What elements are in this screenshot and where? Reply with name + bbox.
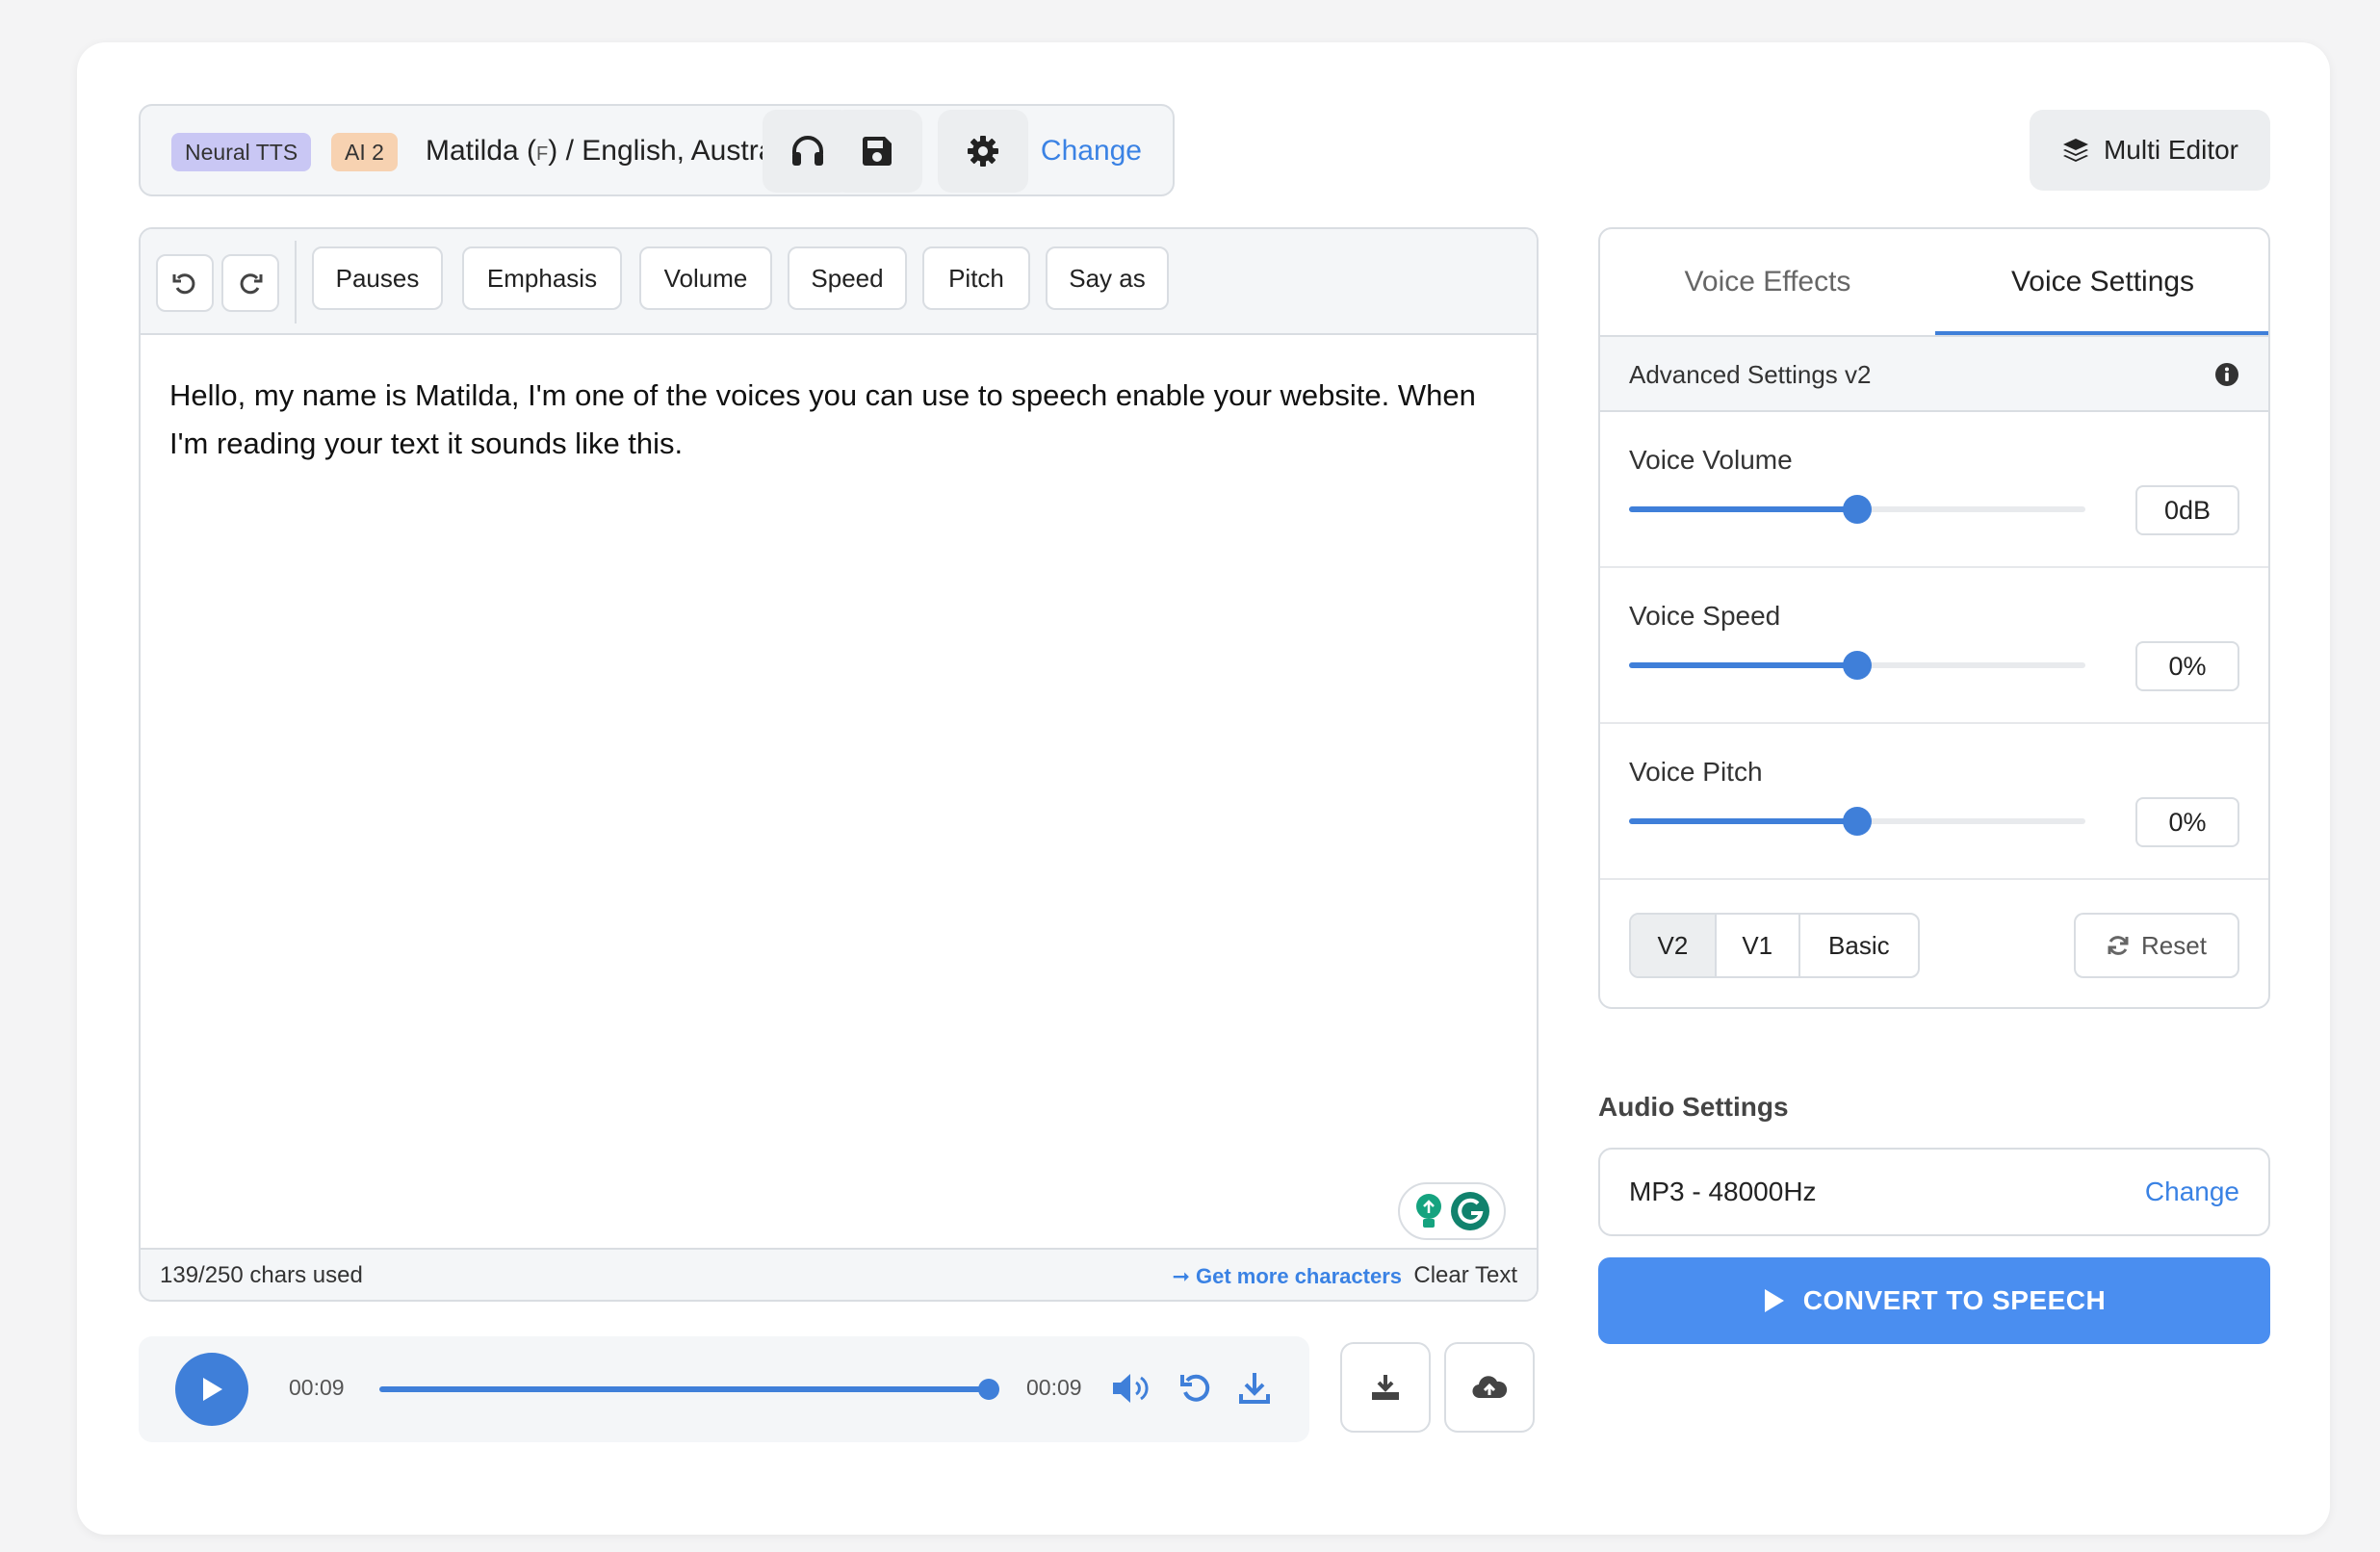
voice-volume-slider[interactable] [1629, 495, 2085, 524]
reset-button[interactable]: Reset [2074, 913, 2239, 978]
current-time: 00:09 [289, 1375, 345, 1400]
neural-tts-badge: Neural TTS [171, 133, 312, 171]
voice-pitch-slider[interactable] [1629, 807, 2085, 836]
chars-used-counter: 139/250 chars used [160, 1262, 363, 1288]
progress-handle[interactable] [978, 1379, 999, 1400]
redo-button[interactable] [221, 254, 279, 312]
slider-fill [1629, 506, 1857, 512]
editor-toolbar: Pauses Emphasis Volume Speed Pitch Say a… [141, 229, 1537, 335]
version-v1-option[interactable]: V1 [1717, 915, 1800, 976]
audio-format-value: MP3 - 48000Hz [1629, 1177, 1817, 1206]
slider-handle[interactable] [1843, 651, 1872, 680]
ai-version-badge: AI 2 [331, 133, 398, 171]
layers-icon [2062, 139, 2088, 162]
say-as-button[interactable]: Say as [1046, 246, 1169, 310]
pauses-button[interactable]: Pauses [312, 246, 443, 310]
play-button[interactable] [175, 1353, 248, 1426]
info-icon[interactable] [2214, 362, 2239, 387]
gender-mark: F [536, 143, 549, 165]
toolbar-divider [295, 241, 297, 323]
voice-speed-label: Voice Speed [1629, 601, 1781, 631]
voice-volume-setting: Voice Volume 0dB [1600, 412, 2268, 568]
audio-player: 00:09 00:09 [139, 1336, 1309, 1442]
voice-volume-value[interactable]: 0dB [2135, 485, 2239, 535]
voice-settings-panel: Voice Effects Voice Settings Advanced Se… [1598, 227, 2270, 1009]
editor-footer: 139/250 chars used ➞ Get more characters… [141, 1248, 1537, 1300]
audio-settings-heading: Audio Settings [1598, 1092, 1789, 1122]
multi-editor-button[interactable]: Multi Editor [2030, 110, 2270, 191]
slider-fill [1629, 818, 1857, 824]
progress-track[interactable] [379, 1386, 990, 1392]
replay-icon[interactable] [1178, 1371, 1213, 1406]
volume-icon[interactable] [1111, 1371, 1151, 1406]
total-time: 00:09 [1026, 1375, 1082, 1400]
download-tray-icon [1372, 1375, 1399, 1400]
save-button[interactable] [832, 110, 922, 193]
volume-button[interactable]: Volume [639, 246, 772, 310]
grammarly-icon [1451, 1192, 1489, 1230]
download-audio-button[interactable] [1340, 1342, 1431, 1433]
settings-button[interactable] [938, 110, 1028, 193]
undo-icon [172, 273, 195, 295]
pitch-button[interactable]: Pitch [922, 246, 1030, 310]
voice-pitch-setting: Voice Pitch 0% [1600, 724, 2268, 880]
convert-to-speech-button[interactable]: CONVERT TO SPEECH [1598, 1257, 2270, 1344]
main-card: Neural TTS AI 2 Matilda (F) / English, A… [77, 42, 2330, 1535]
text-editor: Pauses Emphasis Volume Speed Pitch Say a… [139, 227, 1539, 1302]
voice-speed-value[interactable]: 0% [2135, 641, 2239, 691]
version-v2-option[interactable]: V2 [1631, 915, 1717, 976]
slider-handle[interactable] [1843, 807, 1872, 836]
change-audio-link[interactable]: Change [2145, 1177, 2239, 1207]
version-basic-option[interactable]: Basic [1800, 915, 1918, 976]
voice-pitch-value[interactable]: 0% [2135, 797, 2239, 847]
voice-speed-setting: Voice Speed 0% [1600, 568, 2268, 724]
slider-handle[interactable] [1843, 495, 1872, 524]
advanced-settings-header: Advanced Settings v2 [1600, 335, 2268, 412]
tab-voice-effects[interactable]: Voice Effects [1600, 229, 1935, 335]
gear-icon [968, 136, 998, 167]
grammarly-widget[interactable] [1398, 1182, 1506, 1240]
emphasis-button[interactable]: Emphasis [462, 246, 622, 310]
clear-text-link[interactable]: Clear Text [1413, 1262, 1517, 1289]
upload-cloud-button[interactable] [1444, 1342, 1535, 1433]
play-icon [1764, 1289, 1784, 1312]
audio-format-box: MP3 - 48000Hz Change [1598, 1148, 2270, 1236]
speed-button[interactable]: Speed [788, 246, 907, 310]
redo-icon [240, 273, 263, 295]
voice-speed-slider[interactable] [1629, 651, 2085, 680]
reset-label: Reset [2141, 930, 2207, 960]
advanced-settings-title: Advanced Settings v2 [1629, 360, 1872, 389]
multi-editor-label: Multi Editor [2103, 135, 2239, 165]
undo-button[interactable] [156, 254, 214, 312]
refresh-icon [2108, 936, 2129, 955]
slider-fill [1629, 662, 1857, 668]
cloud-upload-icon [1472, 1376, 1508, 1399]
download-icon[interactable] [1238, 1371, 1271, 1406]
get-more-characters-link[interactable]: ➞ Get more characters [1172, 1264, 1402, 1289]
voice-pitch-label: Voice Pitch [1629, 757, 1763, 787]
settings-version-toggle: V2 V1 Basic [1629, 913, 1920, 978]
headphones-icon [792, 136, 823, 166]
lightbulb-icon [1416, 1194, 1441, 1228]
voice-volume-label: Voice Volume [1629, 445, 1793, 475]
play-icon [203, 1378, 222, 1401]
editor-textarea[interactable]: Hello, my name is Matilda, I'm one of th… [169, 372, 1517, 468]
tab-voice-settings[interactable]: Voice Settings [1935, 229, 2268, 335]
voice-name: Matilda (F) / English, Australian [426, 135, 820, 167]
save-icon [863, 137, 892, 166]
convert-label: CONVERT TO SPEECH [1802, 1285, 2107, 1315]
change-voice-link[interactable]: Change [1041, 135, 1142, 168]
